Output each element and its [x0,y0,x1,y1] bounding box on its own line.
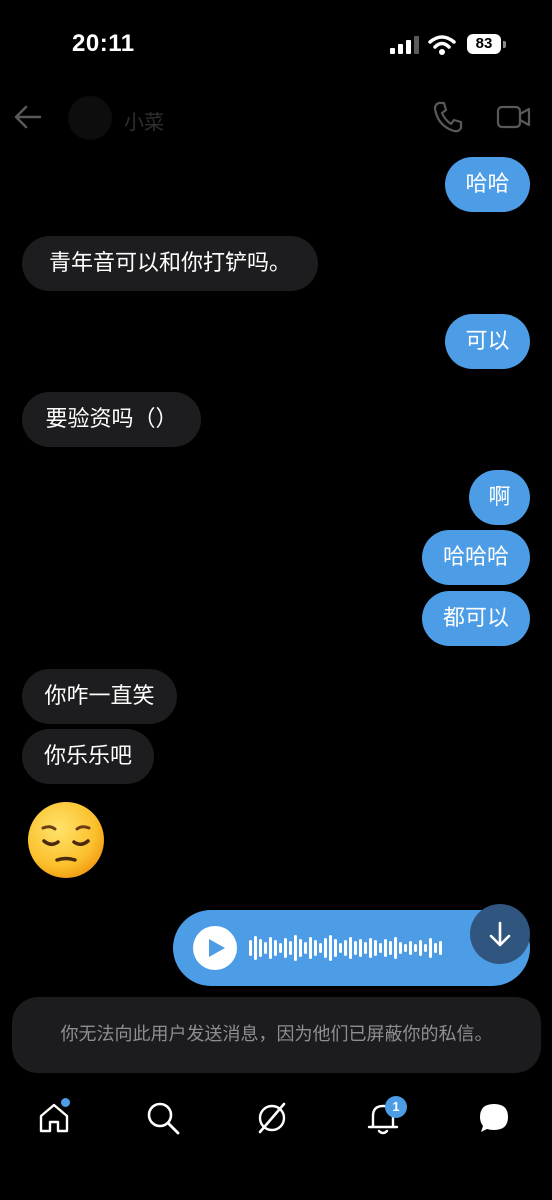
back-arrow-icon[interactable] [12,102,44,132]
message-bubble-outgoing[interactable]: 都可以 [422,591,530,646]
status-bar: 20:11 83 [0,0,552,90]
status-time: 20:11 [72,30,135,57]
message-bubble-incoming[interactable]: 要验资吗（） [22,392,201,447]
message-bubble-outgoing[interactable]: 哈哈 [445,157,530,212]
communities-icon [258,1102,286,1134]
tab-search[interactable] [145,1100,185,1140]
message-bubble-outgoing[interactable]: 啊 [469,470,530,525]
contact-avatar[interactable] [68,96,112,140]
arrow-down-icon [489,921,511,947]
messages-icon [480,1104,508,1132]
video-call-icon[interactable] [496,102,532,132]
tab-messages[interactable] [476,1100,516,1140]
tab-notifications[interactable]: 1 [365,1096,407,1140]
audio-waveform[interactable] [249,928,459,968]
bottom-tab-bar: 1 [0,1080,552,1200]
message-bubble-incoming[interactable]: 青年音可以和你打铲吗。 [22,236,318,291]
message-bubble-incoming[interactable]: 你乐乐吧 [22,729,154,784]
wifi-icon [428,35,456,55]
message-bubble-outgoing[interactable]: 哈哈哈 [422,530,530,585]
pensive-face-emoji-icon[interactable] [26,800,106,880]
cellular-signal-icon [390,36,419,54]
notifications-badge: 1 [385,1096,407,1118]
phone-call-icon[interactable] [432,100,464,134]
play-button[interactable] [193,926,237,970]
battery-level: 83 [467,34,501,54]
chat-header: 小菜 [0,90,552,145]
scroll-to-bottom-button[interactable] [470,904,530,964]
contact-name[interactable]: 小菜 [124,106,164,135]
blocked-dm-notice: 你无法向此用户发送消息，因为他们已屏蔽你的私信。 [12,997,541,1073]
tab-communities[interactable] [254,1100,294,1140]
play-icon [209,939,225,957]
battery-indicator: 83 [467,34,507,56]
message-bubble-incoming[interactable]: 你咋一直笑 [22,669,177,724]
message-bubble-outgoing[interactable]: 可以 [445,314,530,369]
tab-home[interactable] [36,1098,76,1140]
unread-dot [61,1098,70,1107]
search-icon [147,1102,180,1135]
